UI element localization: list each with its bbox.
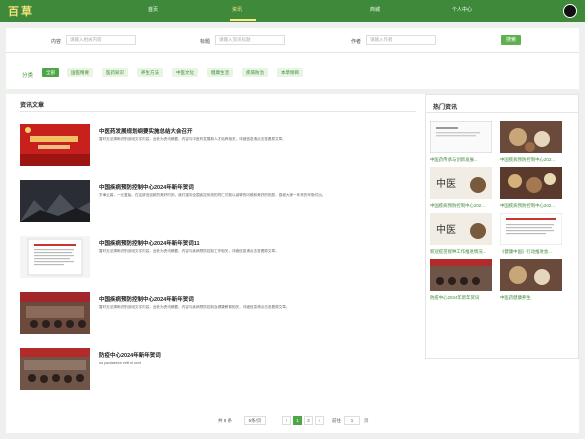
category-chip-all[interactable]: 全部 bbox=[42, 68, 59, 77]
category-chip[interactable]: 养生方法 bbox=[137, 68, 163, 77]
hot-news-panel: 热门资讯 中医药传承与创新发展... 中国疾病预防控制中心202... 中医 中… bbox=[425, 94, 579, 359]
page-button[interactable]: 1 bbox=[293, 416, 302, 425]
article-item[interactable]: 防疫中心2024年新年贺词 ea paxdaestur velit et sun… bbox=[20, 348, 416, 396]
category-chip[interactable]: 医药知识 bbox=[102, 68, 128, 77]
hot-news-image[interactable] bbox=[500, 213, 562, 245]
category-chip[interactable]: 中医文化 bbox=[172, 68, 198, 77]
category-chip[interactable]: 健康生活 bbox=[207, 68, 233, 77]
pagination: 共 8 条 5条/页 ‹ 1 2 › 前往 1 页 bbox=[6, 414, 579, 428]
article-title[interactable]: 中国疾病预防控制中心2024年新年贺词 bbox=[99, 295, 194, 303]
title-search-input[interactable]: 请输入资讯标题 bbox=[215, 35, 285, 45]
nav-active-indicator bbox=[230, 19, 256, 21]
nav-news[interactable]: 资讯 bbox=[232, 6, 242, 13]
page-button[interactable]: 2 bbox=[304, 416, 313, 425]
hot-news-image[interactable] bbox=[430, 259, 492, 291]
article-title[interactable]: 防疫中心2024年新年贺词 bbox=[99, 351, 161, 359]
user-avatar[interactable] bbox=[563, 4, 577, 18]
author-search-input[interactable]: 请输入作者 bbox=[366, 35, 436, 45]
article-item[interactable]: 中国疾病预防控制中心2024年新年贺词 岁聿云暮，一元复始。在这辞旧迎新的美好时… bbox=[20, 180, 416, 228]
hot-news-image[interactable]: 中医 bbox=[430, 213, 492, 245]
article-thumbnail[interactable] bbox=[20, 236, 90, 278]
hot-news-caption[interactable]: 新冠疫苗接种工作推进情况... bbox=[430, 249, 496, 255]
search-bar: 内容 请输入相关内容 标题 请输入资讯标题 作者 请输入作者 搜索 bbox=[6, 28, 579, 52]
category-label: 分类 bbox=[22, 73, 34, 79]
hot-news-caption[interactable]: 中国疾病预防控制中心202... bbox=[500, 157, 566, 163]
article-summary: 暂时无法清晰识别该段文字内容，此处为资讯摘要，内容与疾病预防控制工作相关，详细信… bbox=[99, 249, 279, 253]
article-item[interactable]: 中国疾病预防控制中心2024年新年贺词11 暂时无法清晰识别该段文字内容，此处为… bbox=[20, 236, 416, 284]
svg-text:中医: 中医 bbox=[436, 223, 456, 236]
page-size-select[interactable]: 5条/页 bbox=[244, 416, 266, 425]
hot-news-image[interactable] bbox=[500, 121, 562, 153]
hot-news-image[interactable] bbox=[430, 121, 492, 153]
category-chip[interactable]: 国医精要 bbox=[67, 68, 93, 77]
article-item[interactable]: 中医药发展规划纲要实施总结大会召开 暂时无法清晰识别该段文字内容，此处为资讯摘要… bbox=[20, 124, 416, 172]
logo[interactable]: 百草 bbox=[8, 3, 34, 19]
search-button[interactable]: 搜索 bbox=[501, 35, 521, 45]
hot-news-caption[interactable]: 中医药传承与创新发展... bbox=[430, 157, 496, 163]
section-divider bbox=[20, 111, 416, 112]
main-panel: 内容 请输入相关内容 标题 请输入资讯标题 作者 请输入作者 搜索 分类 全部 … bbox=[6, 28, 579, 433]
goto-page-input[interactable]: 1 bbox=[344, 416, 360, 425]
article-thumbnail[interactable] bbox=[20, 348, 90, 390]
article-title[interactable]: 中国疾病预防控制中心2024年新年贺词 bbox=[99, 183, 194, 191]
next-page-button[interactable]: › bbox=[315, 416, 324, 425]
author-label: 作者 bbox=[351, 39, 362, 45]
title-label: 标题 bbox=[200, 39, 211, 45]
hot-news-caption[interactable]: 《健康中国》行动推进会... bbox=[500, 249, 566, 255]
goto-label: 前往 bbox=[332, 418, 341, 423]
content-label: 内容 bbox=[51, 39, 62, 45]
divider bbox=[6, 52, 579, 53]
hot-news-caption[interactable]: 中国疾病预防控制中心202... bbox=[430, 203, 496, 209]
nav-home[interactable]: 首页 bbox=[148, 6, 158, 13]
hot-news-caption[interactable]: 中医药健康养生 bbox=[500, 295, 566, 301]
svg-text:中医: 中医 bbox=[436, 177, 456, 190]
hot-news-caption[interactable]: 防疫中心2024年新年贺词 bbox=[430, 295, 496, 301]
category-chip[interactable]: 疾病防治 bbox=[242, 68, 268, 77]
pager-total: 共 8 条 bbox=[218, 418, 233, 423]
nav-shop[interactable]: 商城 bbox=[370, 6, 380, 13]
hot-news-caption[interactable]: 中国疾病预防控制中心202... bbox=[500, 203, 566, 209]
article-summary: ea paxdaestur velit et sunt bbox=[99, 361, 141, 365]
article-thumbnail[interactable] bbox=[20, 292, 90, 334]
top-navbar: 百草 首页 资讯 商城 个人中心 bbox=[0, 0, 585, 22]
article-list: 资讯文章 中医药发展规划纲要实施总结大会召开 暂时无法清晰识别该段文字内容，此处… bbox=[14, 94, 416, 433]
section-title: 资讯文章 bbox=[20, 103, 45, 109]
category-chip[interactable]: 本草纲目 bbox=[277, 68, 303, 77]
article-summary: 暂时无法清晰识别该段文字内容，此处为资讯摘要，内容与疾病预防控制及健康教育相关，… bbox=[99, 305, 290, 309]
article-title[interactable]: 中国疾病预防控制中心2024年新年贺词11 bbox=[99, 239, 200, 247]
hot-divider bbox=[426, 112, 578, 113]
article-title[interactable]: 中医药发展规划纲要实施总结大会召开 bbox=[99, 127, 193, 135]
article-summary: 暂时无法清晰识别该段文字内容，此处为资讯摘要，内容与中医药发展和人才培养相关，详… bbox=[99, 137, 286, 141]
hot-news-image[interactable] bbox=[500, 259, 562, 291]
prev-page-button[interactable]: ‹ bbox=[282, 416, 291, 425]
article-item[interactable]: 中国疾病预防控制中心2024年新年贺词 暂时无法清晰识别该段文字内容，此处为资讯… bbox=[20, 292, 416, 340]
article-thumbnail[interactable] bbox=[20, 180, 90, 222]
hot-news-image[interactable]: 中医 bbox=[430, 167, 492, 199]
hot-news-image[interactable] bbox=[500, 167, 562, 199]
article-summary: 岁聿云暮，一元复始。在这辞旧迎新的美好时刻，我们谨向全国疾控系统的同仁们致以诚挚… bbox=[99, 193, 326, 197]
goto-suffix: 页 bbox=[364, 418, 369, 423]
nav-profile[interactable]: 个人中心 bbox=[452, 6, 472, 13]
hot-news-title: 热门资讯 bbox=[433, 105, 458, 111]
content-search-input[interactable]: 请输入相关内容 bbox=[66, 35, 136, 45]
article-thumbnail[interactable] bbox=[20, 124, 90, 166]
